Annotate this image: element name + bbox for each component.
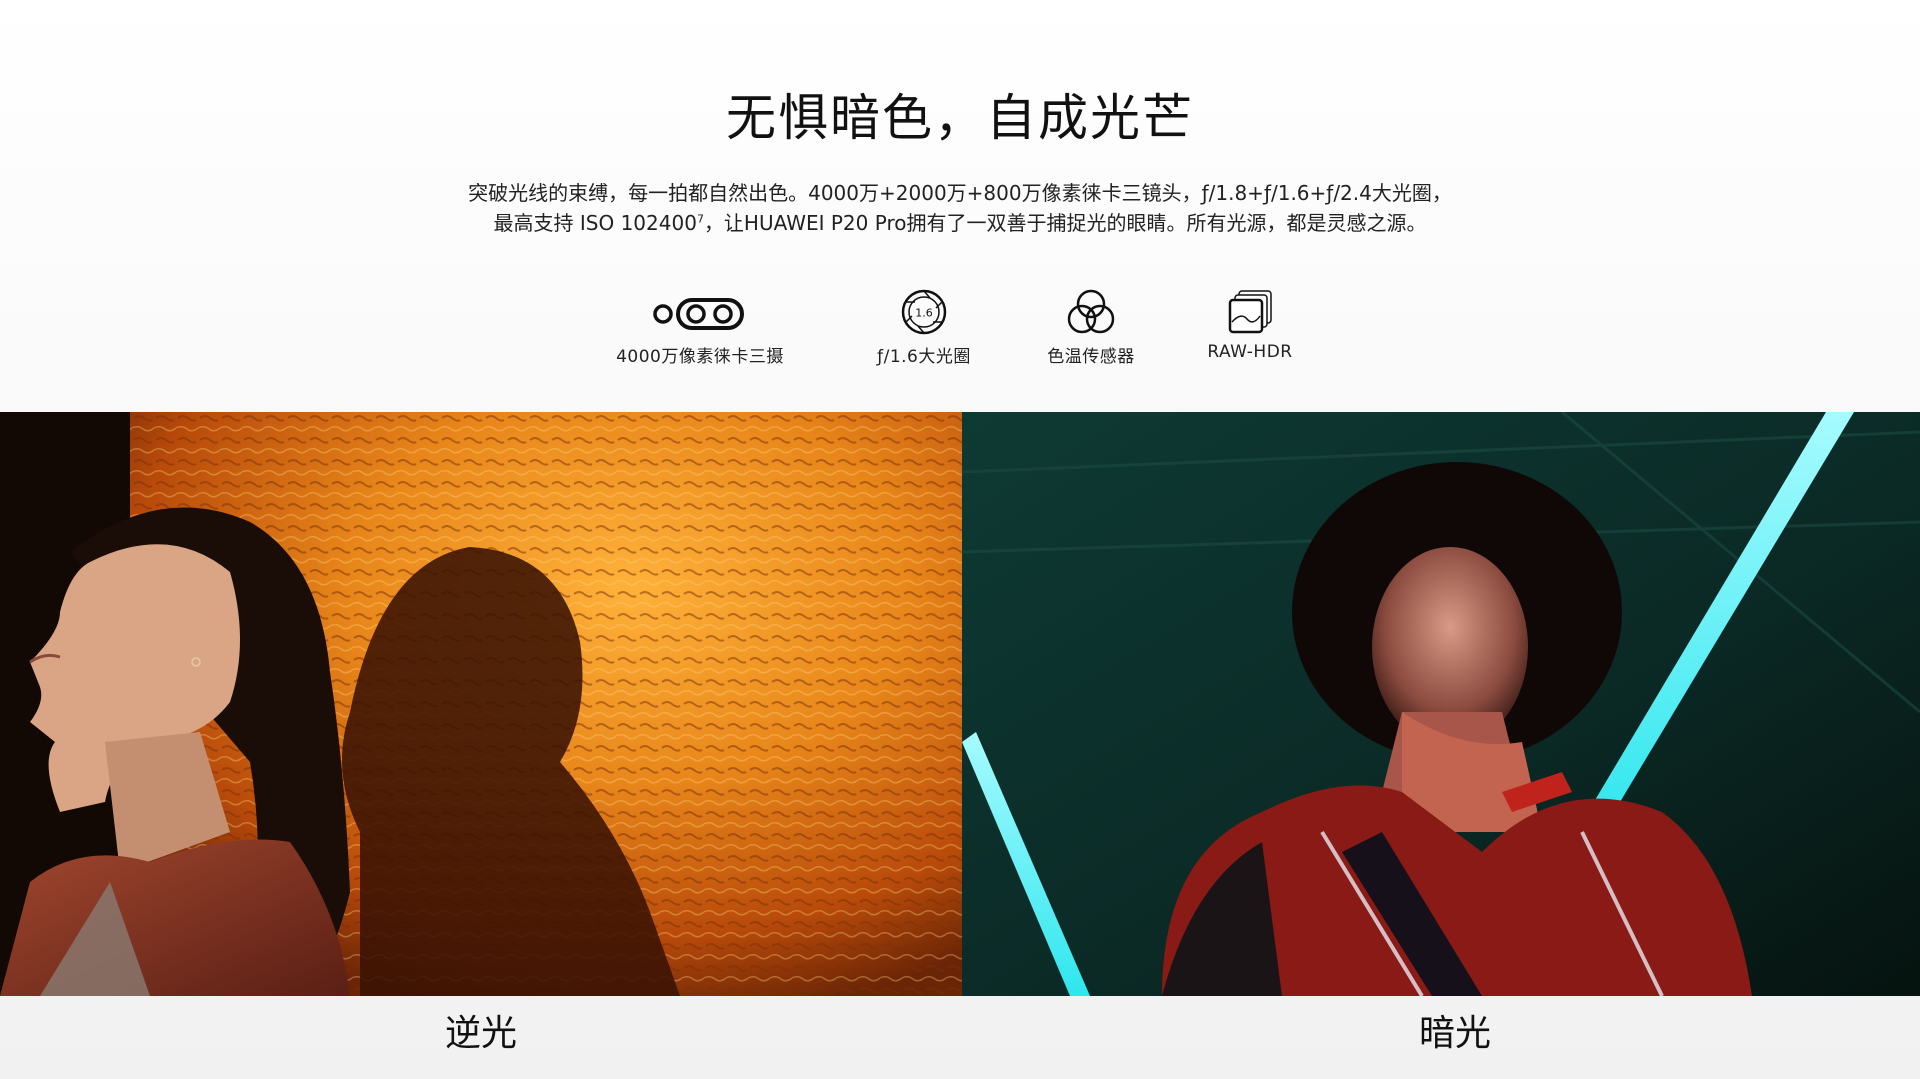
hero-desc-line1: 突破光线的束缚，每一拍都自然出色。4000万+2000万+800万像素徕卡三镜头…	[468, 181, 1452, 205]
feature-label: RAW-HDR	[1207, 342, 1293, 362]
hero-description: 突破光线的束缚，每一拍都自然出色。4000万+2000万+800万像素徕卡三镜头…	[0, 178, 1920, 238]
footnote-marker[interactable]: 7	[697, 212, 704, 225]
lowlight-photo[interactable]	[962, 412, 1920, 996]
photo-gallery	[0, 412, 1920, 996]
feature-label: 4000万像素徕卡三摄	[616, 347, 784, 367]
backlight-photo[interactable]	[0, 412, 962, 996]
page-title: 无惧暗色，自成光芒	[726, 89, 1194, 147]
hero-desc-line2-a: 最高支持 ISO 102400	[493, 211, 697, 235]
hero-desc-line2: 最高支持 ISO 1024007，让HUAWEI P20 Pro拥有了一双善于捕…	[0, 208, 1920, 238]
aperture-icon-text: 1.6	[915, 307, 933, 320]
aperture-icon: 1.6	[901, 289, 947, 335]
caption-backlight: 逆光	[444, 1013, 517, 1054]
feature-raw-hdr: RAW-HDR	[1150, 288, 1350, 362]
feature-list: 4000万像素徕卡三摄 1.6 ƒ/1.6大光圈 色温传感器 RAW-HDR	[616, 288, 1320, 368]
page: 无惧暗色，自成光芒 突破光线的束缚，每一拍都自然出色。4000万+2000万+8…	[0, 0, 1920, 1079]
color-sensor-icon	[1067, 289, 1115, 334]
hero-desc-line2-b: ，让HUAWEI P20 Pro拥有了一双善于捕捉光的眼睛。所有光源，都是灵感之…	[703, 211, 1427, 235]
raw-hdr-icon	[1228, 290, 1272, 334]
feature-triple-camera: 4000万像素徕卡三摄	[600, 288, 800, 367]
caption-lowlight: 暗光	[1418, 1013, 1491, 1054]
triple-camera-icon	[653, 298, 744, 330]
